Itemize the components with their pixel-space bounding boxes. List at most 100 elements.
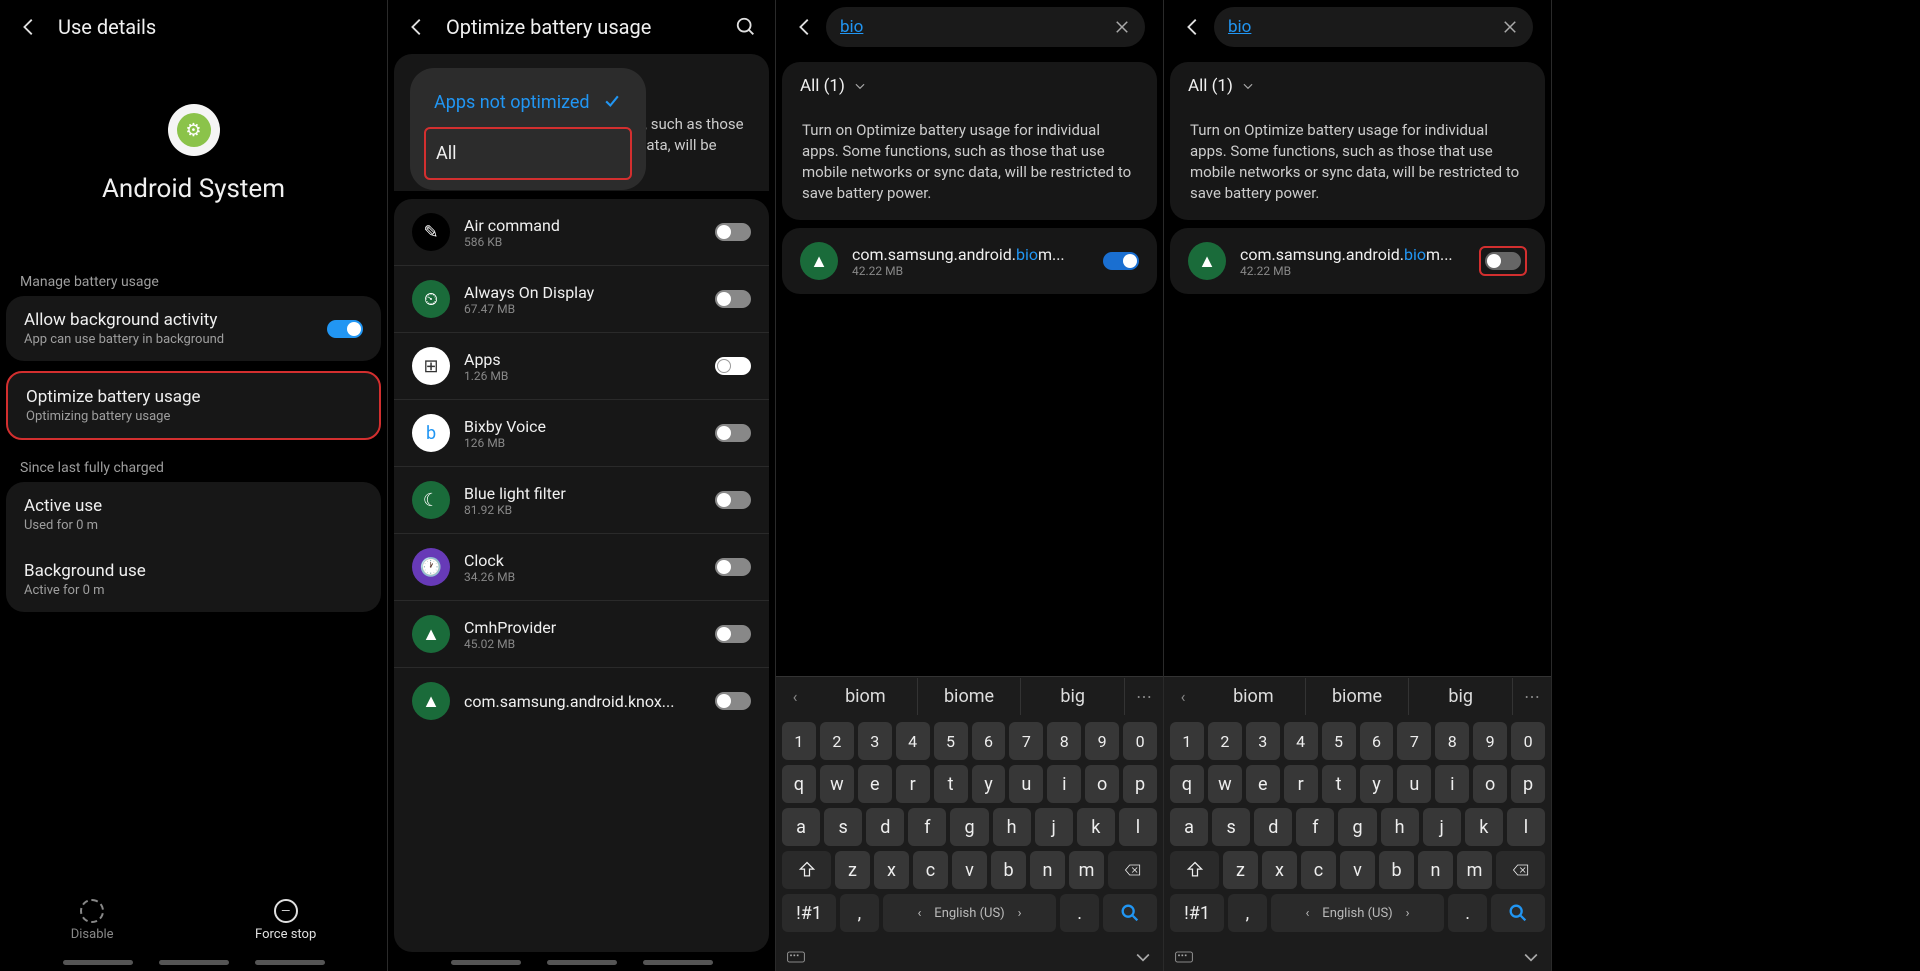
clear-icon[interactable] — [1501, 18, 1519, 36]
dropdown-option-all[interactable]: All — [424, 127, 632, 180]
key-h[interactable]: h — [993, 808, 1031, 846]
app-toggle[interactable] — [715, 290, 751, 308]
back-icon[interactable] — [794, 16, 816, 38]
app-toggle[interactable] — [715, 223, 751, 241]
app-toggle[interactable] — [715, 692, 751, 710]
key-4[interactable]: 4 — [1284, 722, 1318, 760]
key-x[interactable]: x — [874, 851, 909, 889]
key-q[interactable]: q — [782, 765, 816, 803]
suggestion[interactable]: biome — [1306, 678, 1410, 715]
key-d[interactable]: d — [1254, 808, 1292, 846]
key-6[interactable]: 6 — [1360, 722, 1394, 760]
key-b[interactable]: b — [991, 851, 1026, 889]
key-u[interactable]: u — [1397, 765, 1431, 803]
key-l[interactable]: l — [1507, 808, 1545, 846]
key-b[interactable]: b — [1379, 851, 1414, 889]
key-y[interactable]: y — [1360, 765, 1394, 803]
key-z[interactable]: z — [835, 851, 870, 889]
key-h[interactable]: h — [1381, 808, 1419, 846]
force-stop-button[interactable]: Force stop — [255, 899, 316, 942]
filter-dropdown[interactable]: Apps not optimized All — [410, 68, 646, 190]
search-bar[interactable] — [826, 7, 1145, 47]
key-6[interactable]: 6 — [972, 722, 1006, 760]
symbols-key[interactable]: !#1 — [1170, 894, 1224, 932]
key-k[interactable]: k — [1465, 808, 1503, 846]
suggestion[interactable]: big — [1021, 678, 1125, 715]
chevron-left-icon[interactable]: ‹ — [1164, 687, 1202, 706]
app-row[interactable]: ✎ Air command 586 KB — [394, 199, 769, 266]
chevron-down-icon[interactable] — [1521, 947, 1541, 967]
allow-background-row[interactable]: Allow background activity App can use ba… — [6, 296, 381, 361]
search-icon[interactable] — [735, 16, 757, 38]
search-key[interactable] — [1491, 894, 1545, 932]
key-8[interactable]: 8 — [1435, 722, 1469, 760]
suggestion[interactable]: biome — [918, 678, 1022, 715]
search-key[interactable] — [1103, 894, 1157, 932]
period-key[interactable]: . — [1060, 894, 1099, 932]
filter-dropdown[interactable]: All (1) — [782, 62, 1157, 110]
chevron-left-icon[interactable]: ‹ — [776, 687, 814, 706]
key-r[interactable]: r — [1284, 765, 1318, 803]
key-t[interactable]: t — [934, 765, 968, 803]
shift-key[interactable] — [1170, 851, 1219, 889]
more-icon[interactable]: ⋯ — [1125, 687, 1163, 706]
key-n[interactable]: n — [1030, 851, 1065, 889]
key-g[interactable]: g — [1338, 808, 1376, 846]
key-s[interactable]: s — [824, 808, 862, 846]
app-toggle[interactable] — [715, 424, 751, 442]
key-7[interactable]: 7 — [1397, 722, 1431, 760]
key-1[interactable]: 1 — [782, 722, 816, 760]
key-w[interactable]: w — [820, 765, 854, 803]
key-g[interactable]: g — [950, 808, 988, 846]
filter-dropdown[interactable]: All (1) — [1170, 62, 1545, 110]
shift-key[interactable] — [782, 851, 831, 889]
key-s[interactable]: s — [1212, 808, 1250, 846]
optimize-battery-row[interactable]: Optimize battery usage Optimizing batter… — [6, 371, 381, 440]
key-i[interactable]: i — [1435, 765, 1469, 803]
key-0[interactable]: 0 — [1123, 722, 1157, 760]
key-m[interactable]: m — [1457, 851, 1492, 889]
back-icon[interactable] — [18, 16, 40, 38]
app-toggle[interactable] — [715, 558, 751, 576]
allow-bg-toggle[interactable] — [327, 320, 363, 338]
app-toggle[interactable] — [715, 357, 751, 375]
key-p[interactable]: p — [1511, 765, 1545, 803]
search-input[interactable] — [840, 17, 1113, 37]
nav-bar[interactable] — [0, 952, 387, 971]
key-q[interactable]: q — [1170, 765, 1204, 803]
key-n[interactable]: n — [1418, 851, 1453, 889]
keyboard-icon[interactable] — [786, 947, 806, 967]
key-f[interactable]: f — [908, 808, 946, 846]
symbols-key[interactable]: !#1 — [782, 894, 836, 932]
key-v[interactable]: v — [952, 851, 987, 889]
key-j[interactable]: j — [1035, 808, 1073, 846]
app-row[interactable]: ☾ Blue light filter 81.92 KB — [394, 467, 769, 534]
key-o[interactable]: o — [1085, 765, 1119, 803]
key-i[interactable]: i — [1047, 765, 1081, 803]
clear-icon[interactable] — [1113, 18, 1131, 36]
space-key[interactable]: ‹ English (US) › — [883, 894, 1057, 932]
period-key[interactable]: . — [1448, 894, 1487, 932]
key-v[interactable]: v — [1340, 851, 1375, 889]
key-j[interactable]: j — [1423, 808, 1461, 846]
nav-bar[interactable] — [388, 952, 775, 971]
key-m[interactable]: m — [1069, 851, 1104, 889]
key-p[interactable]: p — [1123, 765, 1157, 803]
backspace-key[interactable] — [1496, 851, 1545, 889]
app-row[interactable]: ▲ CmhProvider 45.02 MB — [394, 601, 769, 668]
app-row[interactable]: ▲ com.samsung.android.biom... 42.22 MB — [782, 228, 1157, 294]
key-0[interactable]: 0 — [1511, 722, 1545, 760]
key-f[interactable]: f — [1296, 808, 1334, 846]
keyboard-icon[interactable] — [1174, 947, 1194, 967]
suggestion[interactable]: biom — [814, 678, 918, 715]
key-t[interactable]: t — [1322, 765, 1356, 803]
key-u[interactable]: u — [1009, 765, 1043, 803]
search-input[interactable] — [1228, 17, 1501, 37]
key-8[interactable]: 8 — [1047, 722, 1081, 760]
key-c[interactable]: c — [1301, 851, 1336, 889]
suggestion[interactable]: biom — [1202, 678, 1306, 715]
app-toggle[interactable] — [1485, 252, 1521, 270]
suggestion[interactable]: big — [1409, 678, 1513, 715]
comma-key[interactable]: , — [840, 894, 879, 932]
app-row[interactable]: ⊞ Apps 1.26 MB — [394, 333, 769, 400]
